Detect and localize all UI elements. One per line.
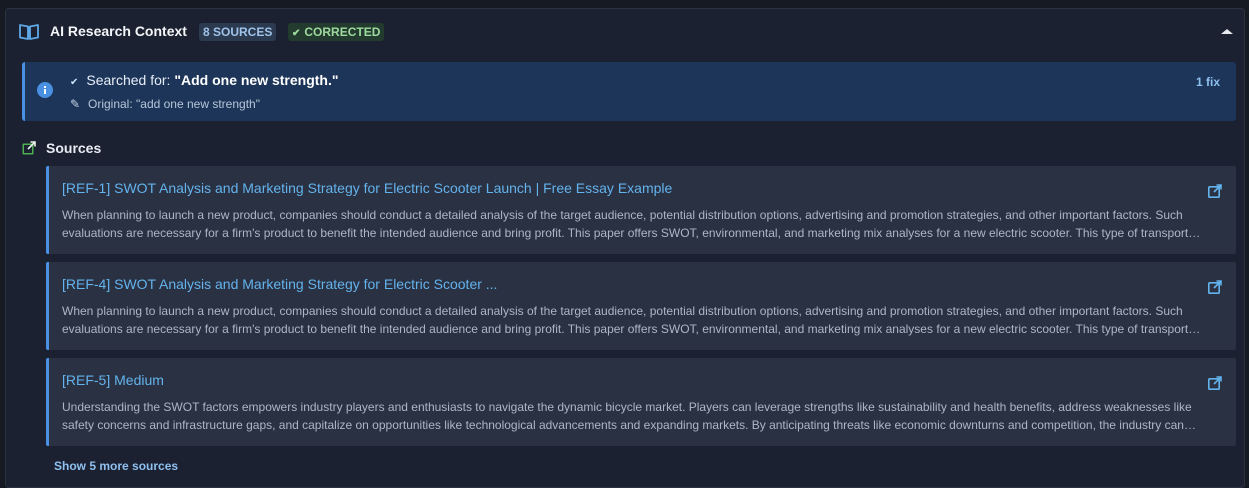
external-link-icon[interactable] (1208, 280, 1222, 294)
show-more-sources-button[interactable]: Show 5 more sources (54, 459, 178, 473)
panel-header[interactable]: AI Research Context 8 SOURCES ✔ CORRECTED (6, 9, 1244, 55)
corrected-badge-label: CORRECTED (304, 25, 381, 39)
source-title-link[interactable]: [REF-4] SWOT Analysis and Marketing Stra… (62, 276, 497, 292)
external-link-icon[interactable] (1208, 184, 1222, 198)
source-title-link[interactable]: [REF-1] SWOT Analysis and Marketing Stra… (62, 180, 672, 196)
source-snippet: When planning to launch a new product, c… (62, 208, 1201, 240)
search-info-banner: ✔ Searched for: "Add one new strength." ✎… (22, 62, 1236, 121)
corrected-badge: ✔ CORRECTED (288, 23, 385, 41)
searched-for-row: ✔ Searched for: "Add one new strength." (70, 72, 339, 88)
source-card: [REF-1] SWOT Analysis and Marketing Stra… (46, 166, 1236, 254)
source-title-link[interactable]: [REF-5] Medium (62, 372, 164, 388)
fix-count: 1 fix (1195, 75, 1220, 89)
chevron-up-icon[interactable] (1220, 27, 1234, 37)
external-link-icon (22, 141, 36, 155)
source-snippet: When planning to launch a new product, c… (62, 304, 1201, 336)
original-query: Original: "add one new strength" (88, 97, 260, 111)
searched-label: Searched for: (86, 72, 171, 88)
source-card: [REF-4] SWOT Analysis and Marketing Stra… (46, 262, 1236, 350)
check-icon: ✔ (292, 28, 301, 39)
check-icon: ✔ (70, 77, 79, 88)
original-query-row: ✎ Original: "add one new strength" (70, 97, 260, 111)
info-icon (37, 82, 53, 98)
research-context-panel: AI Research Context 8 SOURCES ✔ CORRECTED… (5, 8, 1245, 488)
searched-query: "Add one new strength." (174, 72, 339, 88)
pencil-icon: ✎ (70, 97, 81, 111)
source-snippet: Understanding the SWOT factors empowers … (62, 400, 1192, 432)
source-card: [REF-5] Medium Understanding the SWOT fa… (46, 358, 1236, 446)
sources-count-badge: 8 SOURCES (199, 23, 277, 41)
sources-label: Sources (46, 140, 102, 156)
external-link-icon[interactable] (1208, 376, 1222, 390)
book-open-icon (19, 24, 39, 40)
panel-title: AI Research Context (50, 23, 187, 39)
